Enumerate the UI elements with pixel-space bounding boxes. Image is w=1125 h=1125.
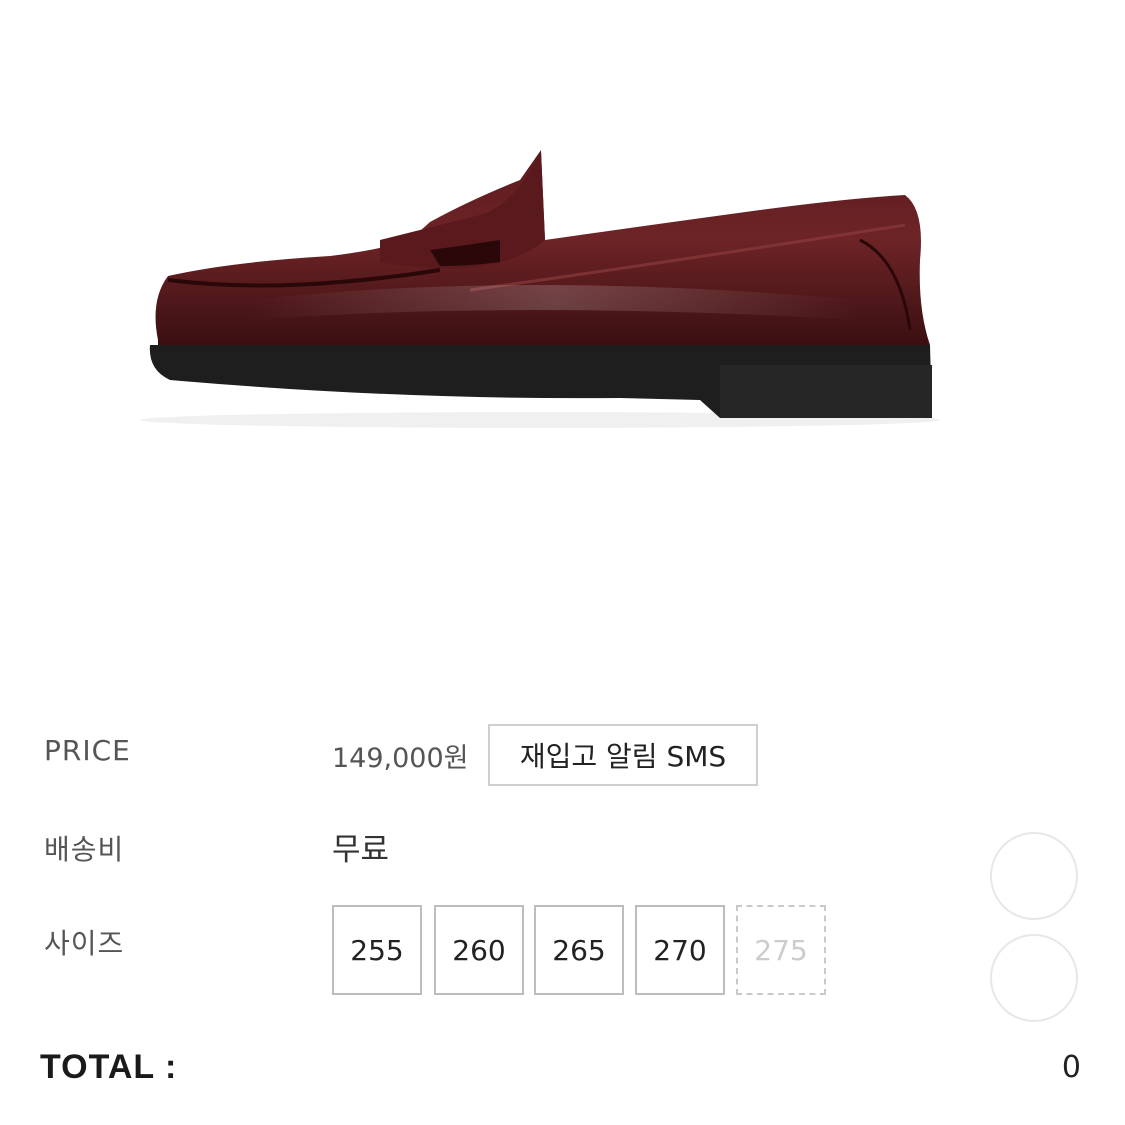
size-option-275: 275 xyxy=(736,905,826,995)
size-option-255[interactable]: 255 xyxy=(332,905,422,995)
product-detail-page: PRICE 149,000원 재입고 알림 SMS 배송비 무료 사이즈 255… xyxy=(0,0,1125,1125)
price-value: 149,000원 xyxy=(332,743,469,774)
total-value: 0 xyxy=(1061,1050,1081,1085)
floating-circle-button-bottom[interactable] xyxy=(990,934,1078,1022)
product-image xyxy=(140,150,940,428)
shipping-value: 무료 xyxy=(332,832,390,868)
size-option-265[interactable]: 265 xyxy=(534,905,624,995)
floating-circle-button-top[interactable] xyxy=(990,832,1078,920)
size-option-260[interactable]: 260 xyxy=(434,905,524,995)
price-label: PRICE xyxy=(44,734,131,767)
total-label: TOTAL : xyxy=(40,1048,178,1086)
restock-sms-button[interactable]: 재입고 알림 SMS xyxy=(488,724,758,786)
size-option-270[interactable]: 270 xyxy=(635,905,725,995)
size-label: 사이즈 xyxy=(44,927,125,960)
shipping-label: 배송비 xyxy=(44,833,125,866)
